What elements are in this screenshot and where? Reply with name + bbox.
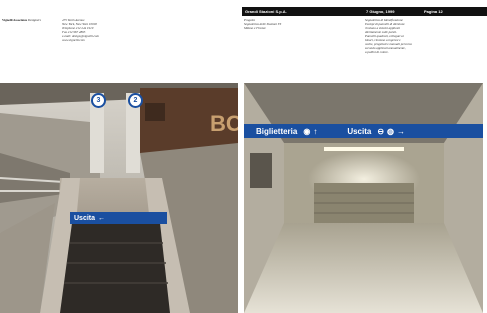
exit-label: Uscita	[74, 214, 96, 222]
arrow-up-icon: ↑	[313, 126, 318, 136]
document-date: 7 Giugno, 1999	[366, 9, 395, 14]
underpass-photo: Biglietteria ◉ ↑ Uscita ⊖ ◍ →	[244, 83, 483, 313]
arrow-right-icon: →	[397, 126, 406, 136]
ticket-icon: ◉	[303, 126, 311, 136]
platform-number-badge: 2	[128, 93, 143, 108]
platform-number-badge: 3	[91, 93, 106, 108]
bus-icon: ◍	[387, 126, 395, 136]
firm-info: Vignelli Associates Designers	[2, 18, 41, 22]
exit-sign: Uscita ←	[70, 212, 167, 224]
project-info: Progetto Segnaletica delle Stazioni FS M…	[244, 18, 281, 30]
arrow-left-icon: ←	[98, 214, 106, 222]
project-description: Segnaletica delle Stazioni FS Milano e F…	[244, 22, 282, 30]
direction-sign: Biglietteria ◉ ↑ Uscita ⊖ ◍ →	[244, 124, 483, 138]
wall-text: BC	[210, 111, 238, 136]
client-name: Grandi Stazioni S.p.A.	[245, 9, 287, 14]
firm-address: 475 Tenth Avenue New York, New York 1001…	[62, 18, 99, 42]
ticket-label: Biglietteria	[256, 126, 298, 136]
metro-icon: ⊖	[377, 126, 385, 136]
exit-label: Uscita	[347, 126, 372, 136]
firm-role: Designers	[27, 18, 41, 22]
project-notes: Segnaletica di Identificazione Esempi di…	[365, 18, 412, 54]
platform-photo: BC 3 2 Uscita ←	[0, 83, 238, 313]
underpass-scene	[244, 83, 483, 313]
platform-scene: BC	[0, 83, 238, 313]
header-band: Grandi Stazioni S.p.A. 7 Giugno, 1999 Pa…	[242, 7, 487, 16]
firm-name: Vignelli Associates	[2, 18, 28, 22]
document-page: Vignelli Associates Designers 475 Tenth …	[0, 0, 487, 313]
page-number: Pagina 12	[424, 9, 443, 14]
